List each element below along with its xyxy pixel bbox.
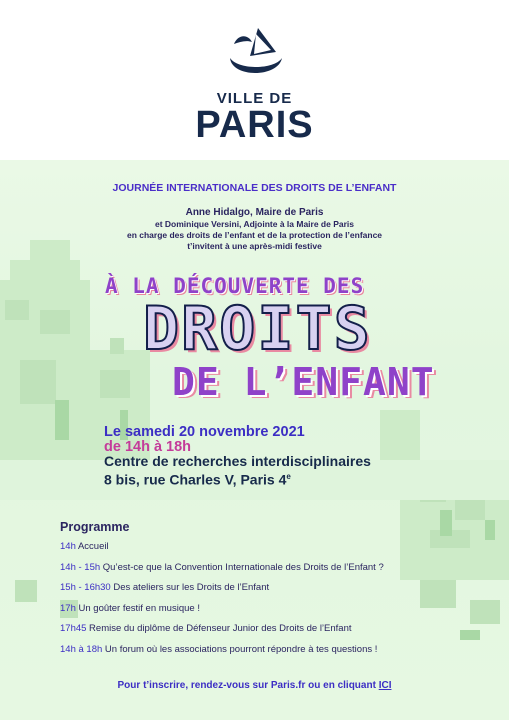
event-date: Le samedi 20 novembre 2021 xyxy=(104,424,305,440)
programme-item: 15h - 16h30 Des ateliers sur les Droits … xyxy=(60,582,500,603)
programme-item: 14h à 18h Un forum où les associations p… xyxy=(60,644,500,665)
event-location: Centre de recherches interdisciplinaires… xyxy=(104,453,371,488)
programme-item-time: 14h xyxy=(60,541,76,552)
footer-text: Pour t’inscrire, rendez-vous sur Paris.f… xyxy=(117,680,379,691)
logo-text-paris: PARIS xyxy=(195,104,314,146)
invite-line-1: Anne Hidalgo, Maire de Paris xyxy=(185,207,324,218)
invitation-block: Anne Hidalgo, Maire de Paris et Dominiqu… xyxy=(0,206,509,252)
registration-link[interactable]: ICI xyxy=(379,680,392,691)
programme-item-text: Accueil xyxy=(75,541,109,552)
programme-item: 14h Accueil xyxy=(60,541,500,562)
programme-item-time: 15h - 16h30 xyxy=(60,582,111,593)
programme-title: Programme xyxy=(60,520,130,534)
programme-item-time: 17h xyxy=(60,602,76,614)
title-line-2: DROITS xyxy=(142,293,372,365)
programme-item: 17h45 Remise du diplôme de Défenseur Jun… xyxy=(60,623,500,644)
programme-item-time: 17h45 xyxy=(60,623,87,634)
paris-ship-logo-icon xyxy=(230,28,282,73)
invite-line-3: en charge des droits de l’enfant et de l… xyxy=(126,230,383,240)
programme-item: 17h Un goûter festif en musique ! xyxy=(60,603,500,624)
header: VILLE DE PARIS xyxy=(0,0,509,160)
invite-line-2: et Dominique Versini, Adjointe à la Mair… xyxy=(154,219,355,229)
programme-item-text: Des ateliers sur les Droits de l’Enfant xyxy=(110,582,270,593)
event-heading: JOURNÉE INTERNATIONALE DES DROITS DE L’E… xyxy=(112,182,397,194)
invite-line-4: t’invitent à une après-midi festive xyxy=(187,241,322,251)
programme-item-text: Un goûter festif en musique ! xyxy=(75,602,200,614)
programme-item-text: Un forum où les associations pourront ré… xyxy=(102,643,378,655)
address-superscript: e xyxy=(286,472,291,481)
programme-item-text: Remise du diplôme de Défenseur Junior de… xyxy=(86,623,352,634)
programme-item-time: 14h à 18h xyxy=(60,643,103,655)
programme-item-time: 14h - 15h xyxy=(60,561,101,573)
programme-list: 14h Accueil 14h - 15h Qu’est-ce que la C… xyxy=(60,541,500,664)
venue-address: 8 bis, rue Charles V, Paris 4e xyxy=(104,469,371,488)
event-poster: JOURNÉE INTERNATIONALE DES DROITS DE L’E… xyxy=(0,160,509,720)
registration-footer: Pour t’inscrire, rendez-vous sur Paris.f… xyxy=(0,680,509,691)
address-text: 8 bis, rue Charles V, Paris 4 xyxy=(104,471,287,488)
venue-name: Centre de recherches interdisciplinaires xyxy=(104,453,371,469)
programme-item: 14h - 15h Qu’est-ce que la Convention In… xyxy=(60,562,500,583)
title-line-3: DE L’ENFANT xyxy=(172,360,435,404)
programme-item-text: Qu’est-ce que la Convention Internationa… xyxy=(100,561,384,573)
